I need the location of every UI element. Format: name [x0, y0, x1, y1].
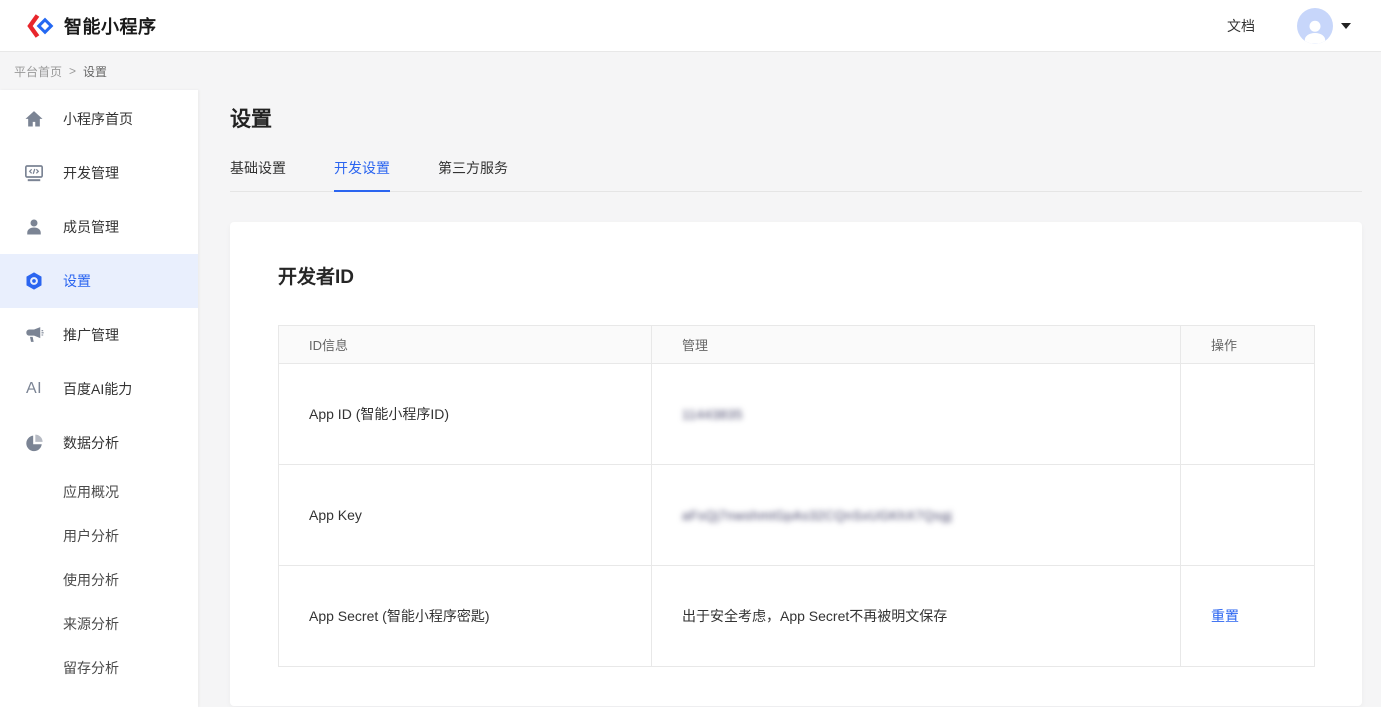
row-label: App Key	[279, 465, 652, 566]
megaphone-icon	[24, 325, 44, 345]
sidebar-item-label: 推广管理	[63, 325, 119, 345]
sidebar-item-promotion[interactable]: 推广管理	[0, 308, 198, 362]
sidebar-subitem-source-analysis[interactable]: 来源分析	[0, 602, 198, 646]
sidebar-item-label: 成员管理	[63, 217, 119, 237]
sidebar-item-settings[interactable]: 设置	[0, 254, 198, 308]
table-row-app-key: App Key aFsQj7nwshmtGpAs32CQnSxUGKhX7Qsg…	[279, 465, 1315, 566]
sidebar-item-home[interactable]: 小程序首页	[0, 92, 198, 146]
chevron-down-icon[interactable]	[1341, 23, 1351, 29]
breadcrumb-current: 设置	[83, 63, 107, 80]
sidebar-item-label: 开发管理	[63, 163, 119, 183]
top-header: 智能小程序 文档	[0, 0, 1381, 52]
sidebar-item-dev-management[interactable]: 开发管理	[0, 146, 198, 200]
brand-title: 智能小程序	[64, 13, 157, 39]
brand-logo-icon	[25, 11, 55, 41]
column-header-action: 操作	[1181, 326, 1315, 364]
breadcrumb: 平台首页 > 设置	[0, 52, 1381, 90]
ai-icon: AI	[24, 379, 44, 399]
sidebar-subitem-app-overview[interactable]: 应用概况	[0, 470, 198, 514]
code-icon	[24, 163, 44, 183]
app-key-value-blurred: aFsQj7nwshmtGpAs32CQnSxUGKhX7Qsgj	[682, 508, 952, 523]
sidebar-item-label: 小程序首页	[63, 109, 133, 129]
sidebar-subitem-retention-analysis[interactable]: 留存分析	[0, 646, 198, 690]
row-label: App Secret (智能小程序密匙)	[279, 566, 652, 667]
sidebar-subitem-user-analysis[interactable]: 用户分析	[0, 514, 198, 558]
gear-icon	[24, 271, 44, 291]
row-label: App ID (智能小程序ID)	[279, 364, 652, 465]
reset-link[interactable]: 重置	[1211, 608, 1239, 624]
settings-tabs: 基础设置 开发设置 第三方服务	[230, 158, 1362, 192]
main-content: 设置 基础设置 开发设置 第三方服务 开发者ID ID信息 管理 操作 App …	[198, 90, 1381, 707]
column-header-manage: 管理	[652, 326, 1181, 364]
sidebar-item-members[interactable]: 成员管理	[0, 200, 198, 254]
tab-third-party[interactable]: 第三方服务	[438, 158, 508, 191]
sidebar-item-data-analysis[interactable]: 数据分析	[0, 416, 198, 470]
table-row-app-id: App ID (智能小程序ID) 11443835	[279, 364, 1315, 465]
sidebar-subitem-label: 用户分析	[63, 526, 119, 546]
app-id-value-blurred: 11443835	[682, 407, 743, 422]
home-icon	[24, 109, 44, 129]
brand: 智能小程序	[25, 11, 157, 41]
sidebar: 小程序首页 开发管理 成员管理	[0, 90, 198, 707]
sidebar-subitem-usage-analysis[interactable]: 使用分析	[0, 558, 198, 602]
member-icon	[24, 217, 44, 237]
developer-id-card: 开发者ID ID信息 管理 操作 App ID (智能小程序ID) 114438…	[230, 222, 1362, 706]
table-row-app-secret: App Secret (智能小程序密匙) 出于安全考虑，App Secret不再…	[279, 566, 1315, 667]
sidebar-subitem-label: 应用概况	[63, 482, 119, 502]
app-secret-note: 出于安全考虑，App Secret不再被明文保存	[652, 566, 1181, 667]
docs-link[interactable]: 文档	[1227, 16, 1255, 36]
page-title: 设置	[230, 103, 1362, 133]
column-header-id-info: ID信息	[279, 326, 652, 364]
pie-chart-icon	[24, 433, 44, 453]
row-action-empty	[1181, 364, 1315, 465]
breadcrumb-platform-home[interactable]: 平台首页	[14, 63, 62, 80]
avatar[interactable]	[1297, 8, 1333, 44]
sidebar-item-label: 百度AI能力	[63, 379, 132, 399]
sidebar-subitem-label: 留存分析	[63, 658, 119, 678]
developer-id-table: ID信息 管理 操作 App ID (智能小程序ID) 11443835 App…	[278, 325, 1315, 667]
tab-basic-settings[interactable]: 基础设置	[230, 158, 286, 191]
sidebar-item-label: 数据分析	[63, 433, 119, 453]
card-heading: 开发者ID	[278, 262, 1314, 289]
sidebar-item-label: 设置	[63, 271, 91, 291]
sidebar-item-baidu-ai[interactable]: AI 百度AI能力	[0, 362, 198, 416]
tab-dev-settings[interactable]: 开发设置	[334, 158, 390, 191]
breadcrumb-separator: >	[69, 64, 76, 78]
sidebar-subitem-label: 来源分析	[63, 614, 119, 634]
user-icon	[1300, 16, 1330, 44]
table-header-row: ID信息 管理 操作	[279, 326, 1315, 364]
row-action-empty	[1181, 465, 1315, 566]
header-right: 文档	[1227, 8, 1351, 44]
sidebar-subitem-label: 使用分析	[63, 570, 119, 590]
